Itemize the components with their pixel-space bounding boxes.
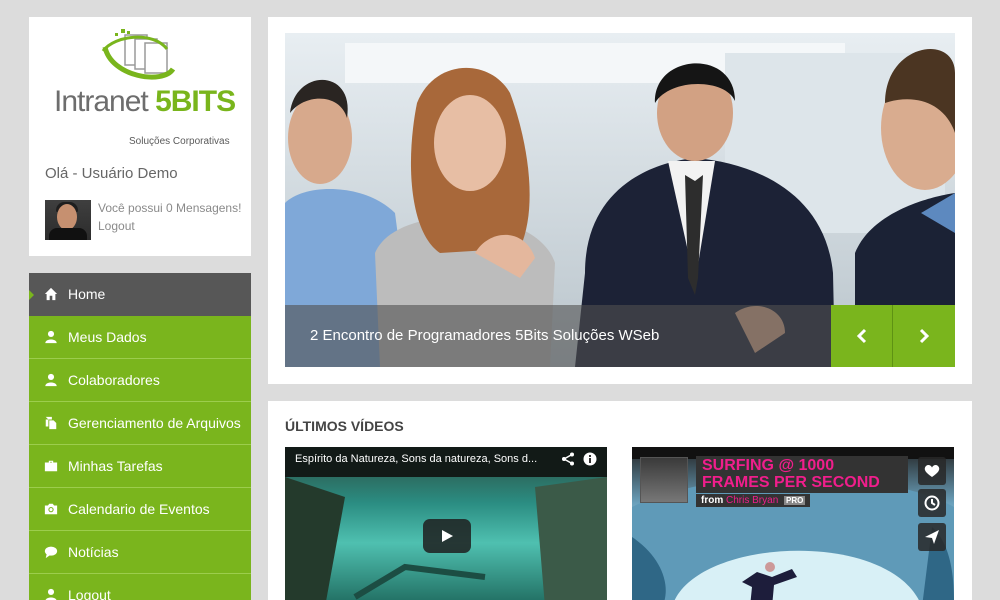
home-icon [43,286,59,302]
pro-badge: PRO [784,496,806,505]
heart-icon [924,465,940,477]
slider-card: 2 Encontro de Programadores 5Bits Soluçõ… [268,17,972,384]
video-author-line: from Chris Bryan PRO [696,494,811,507]
menu-label: Calendario de Eventos [68,501,210,517]
image-slider[interactable]: 2 Encontro de Programadores 5Bits Soluçõ… [285,33,955,367]
slider-next-button[interactable] [893,305,955,367]
info-icon[interactable] [583,452,597,466]
clock-icon [924,495,940,511]
profile-card: Intranet 5BITS Soluções Corporativas Olá… [29,17,251,256]
videos-section-title: ÚLTIMOS VÍDEOS [285,418,404,434]
user-greeting: Olá - Usuário Demo [45,165,178,182]
chevron-right-icon [919,328,930,344]
video-author[interactable]: Chris Bryan [726,495,778,506]
play-button[interactable] [423,519,471,553]
profile-logout-link[interactable]: Logout [98,219,135,233]
menu-item-colaboradores[interactable]: Colaboradores [29,359,251,402]
menu-label: Colaboradores [68,372,160,388]
logo[interactable]: Intranet 5BITS Soluções Corporativas [29,29,251,147]
menu-label: Gerenciamento de Arquivos [68,415,241,431]
surf-title-line2: FRAMES PER SECOND [702,474,880,491]
video-player-2[interactable]: SURFING @ 1000 FRAMES PER SECOND from Ch… [632,447,954,600]
menu-item-home[interactable]: Home [29,273,251,316]
menu-label: Logout [68,587,111,600]
menu-label: Home [68,286,106,302]
user-icon [43,372,59,388]
logo-text: Intranet 5BITS [54,85,236,118]
avatar[interactable] [45,200,91,240]
menu-item-meus-dados[interactable]: Meus Dados [29,316,251,359]
sidebar-menu: Home Meus Dados Colaboradores Gerenciame… [29,273,251,600]
video-title: Espírito da Natureza, Sons da natureza, … [295,453,538,465]
surf-author-thumbnail[interactable] [640,457,688,503]
menu-label: Meus Dados [68,329,147,345]
camera-icon [43,501,59,517]
user-icon [43,329,59,345]
chevron-left-icon [856,328,866,344]
files-icon [43,415,59,431]
menu-item-noticias[interactable]: Notícias [29,531,251,574]
send-icon [925,530,939,544]
from-label: from [701,495,724,506]
menu-item-calendario-eventos[interactable]: Calendario de Eventos [29,488,251,531]
share-icon[interactable] [561,452,575,466]
user-icon [43,587,59,600]
menu-item-logout[interactable]: Logout [29,574,251,600]
like-button[interactable] [918,457,946,485]
play-icon [442,530,453,542]
menu-label: Minhas Tarefas [68,458,163,474]
slider-prev-button[interactable] [831,305,893,367]
slider-caption: 2 Encontro de Programadores 5Bits Soluçõ… [310,327,660,344]
menu-item-minhas-tarefas[interactable]: Minhas Tarefas [29,445,251,488]
logo-name-part1: Intranet [54,85,156,118]
video-player-1[interactable]: Espírito da Natureza, Sons da natureza, … [285,447,607,600]
briefcase-icon [43,458,59,474]
menu-item-gerenciamento-arquivos[interactable]: Gerenciamento de Arquivos [29,402,251,445]
logo-name-part2: 5BITS [155,85,236,118]
comment-icon [43,544,59,560]
videos-card: ÚLTIMOS VÍDEOS Espírito da Natureza, Son… [268,401,972,600]
watch-later-button[interactable] [918,489,946,517]
documents-orbit-icon [101,29,176,80]
messages-count[interactable]: Você possui 0 Mensagens! [98,201,241,215]
surf-title-line1: SURFING @ 1000 [702,457,835,474]
logo-tagline: Soluções Corporativas [129,136,230,147]
surf-video-title: SURFING @ 1000 FRAMES PER SECOND [696,456,908,493]
menu-label: Notícias [68,544,119,560]
share-video-button[interactable] [918,523,946,551]
